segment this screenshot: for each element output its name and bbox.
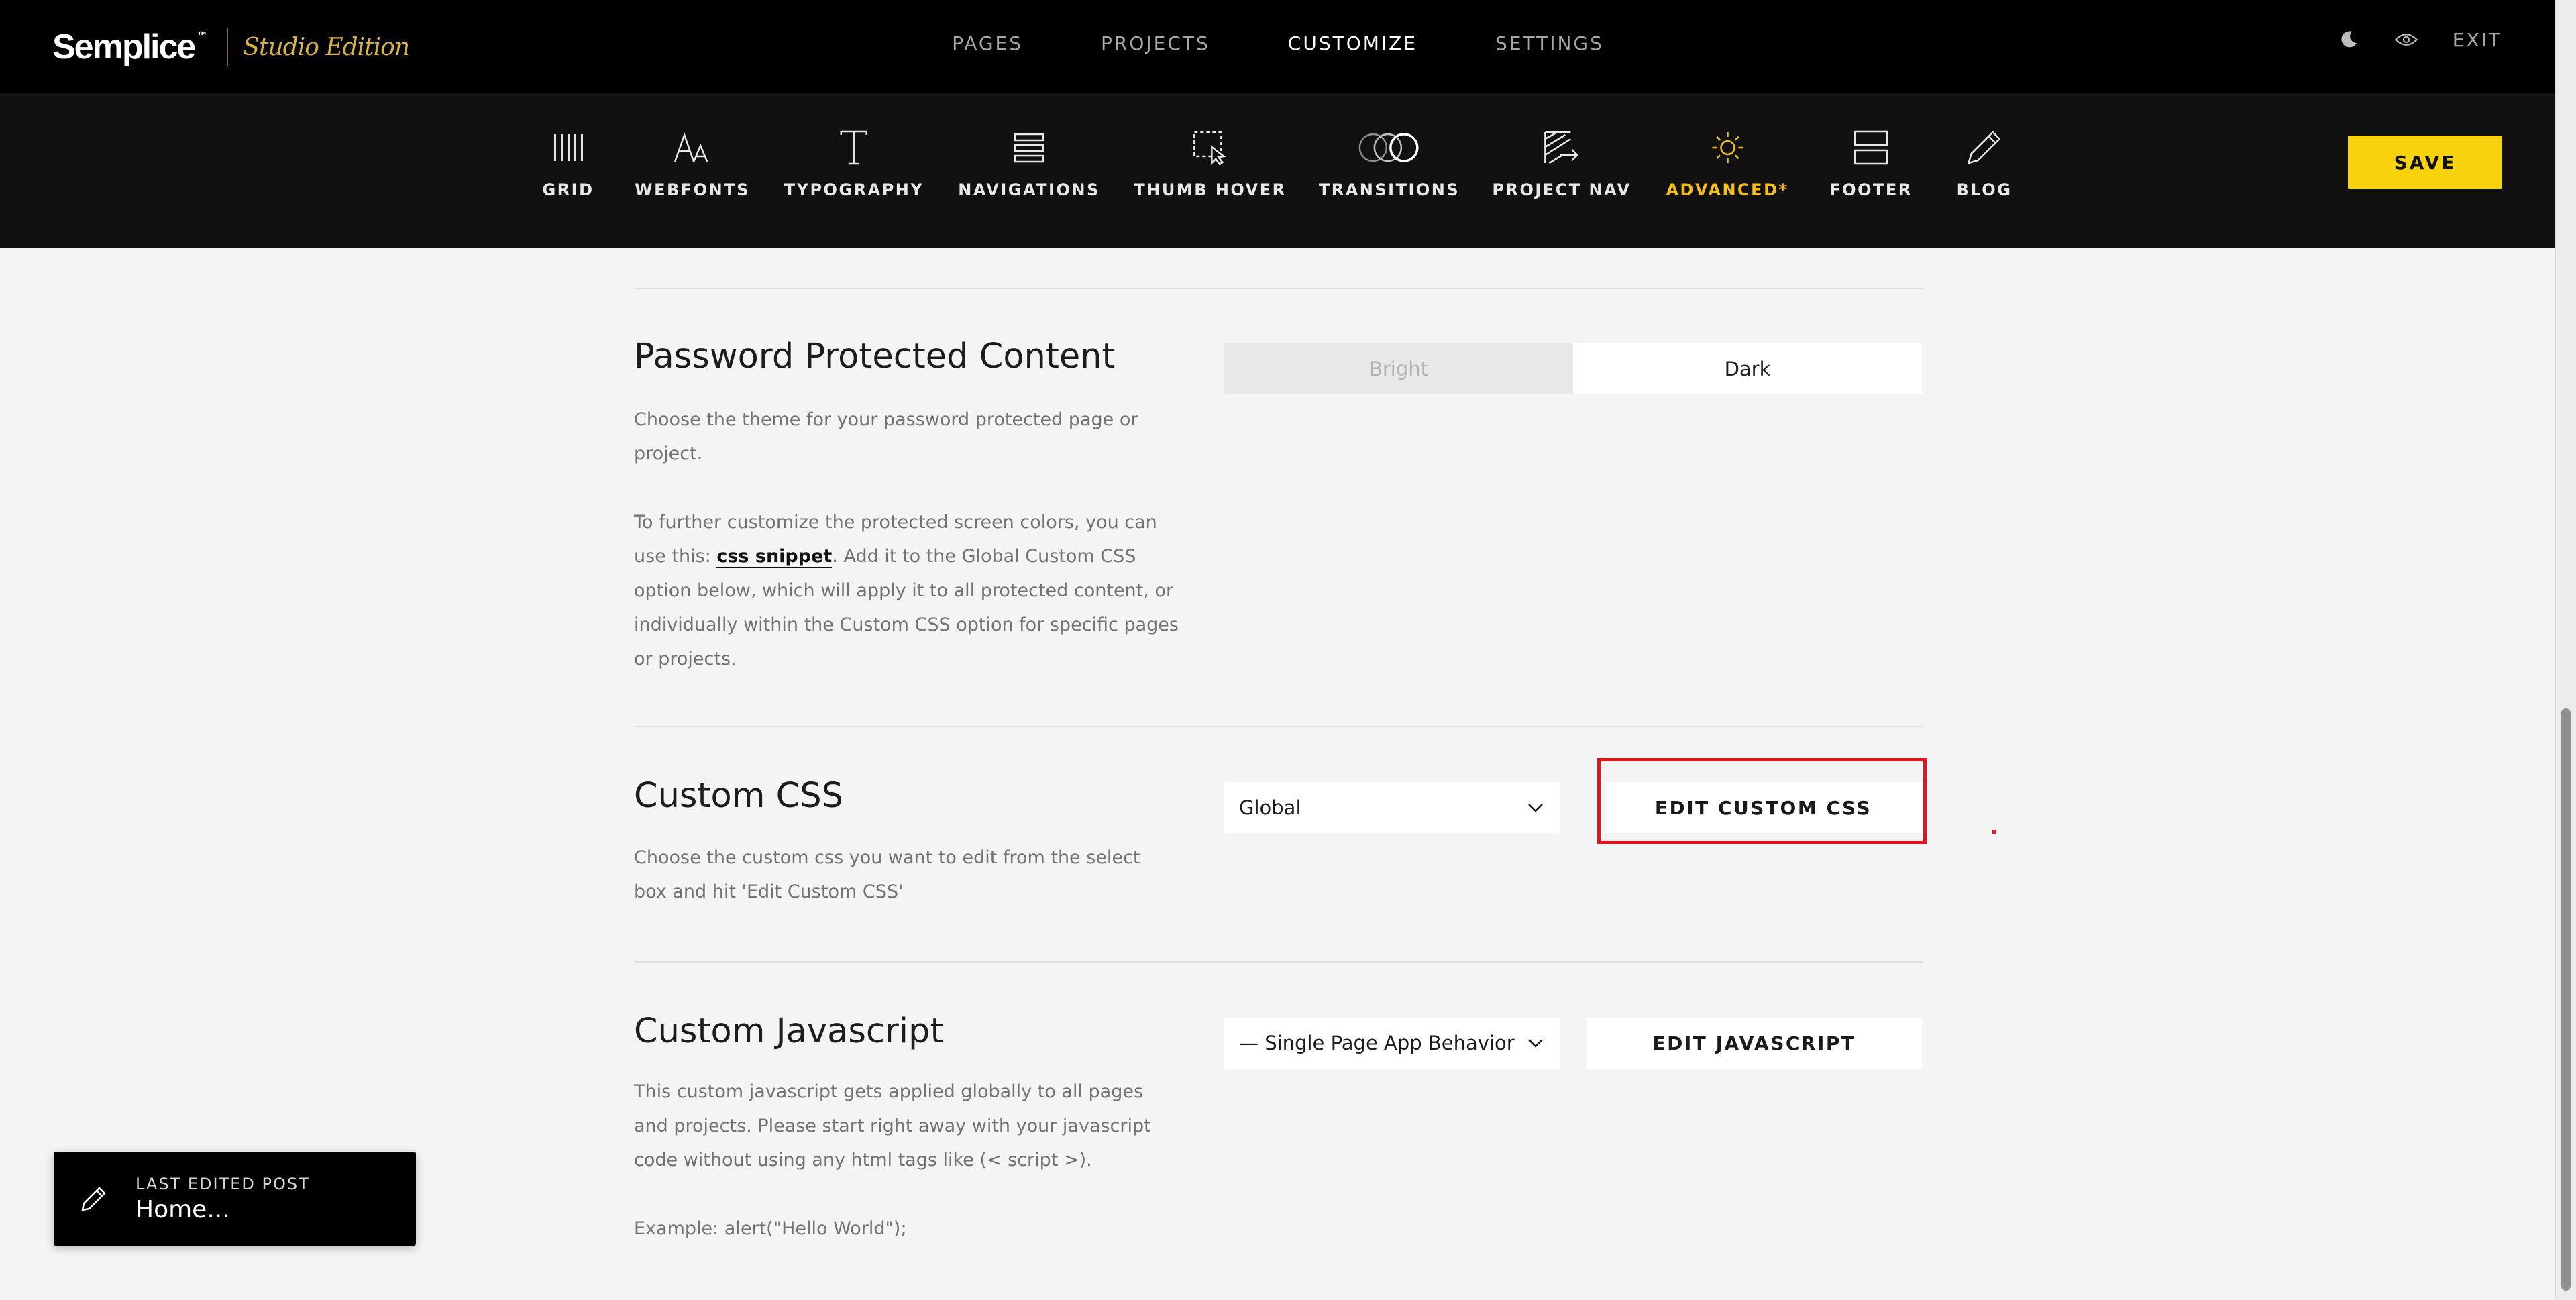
- css-snippet-link[interactable]: css snippet: [716, 546, 833, 568]
- grid-icon: [552, 125, 584, 170]
- password-desc-1: Choose the theme for your password prote…: [634, 409, 1138, 464]
- tool-navigations[interactable]: NAVIGATIONS: [958, 93, 1100, 248]
- custom-css-description: Choose the custom css you want to edit f…: [634, 847, 1140, 902]
- scrollbar-thumb[interactable]: [2561, 708, 2571, 1291]
- top-bar: Semplice ™ Studio Edition PAGES PROJECTS…: [0, 0, 2556, 93]
- tool-label: WEBFONTS: [635, 180, 750, 199]
- transitions-icon: [1356, 125, 1423, 170]
- tool-blog[interactable]: BLOG: [1957, 93, 2012, 248]
- eye-icon[interactable]: [2394, 28, 2418, 51]
- tool-typography[interactable]: TYPOGRAPHY: [784, 93, 924, 248]
- last-edited-label: LAST EDITED POST: [136, 1174, 310, 1193]
- main-nav: PAGES PROJECTS CUSTOMIZE SETTINGS: [0, 32, 2556, 54]
- moon-icon[interactable]: [2337, 28, 2360, 51]
- cursor-marker: [1992, 830, 1996, 834]
- scrollbar-track[interactable]: [2555, 0, 2576, 1300]
- webfonts-icon: [672, 125, 712, 170]
- footer-icon: [1853, 125, 1889, 170]
- tool-label: FOOTER: [1829, 180, 1913, 199]
- custom-js-desc-1: This custom javascript gets applied glob…: [634, 1081, 1151, 1171]
- edit-javascript-button[interactable]: EDIT JAVASCRIPT: [1587, 1018, 1922, 1069]
- custom-js-desc-2: Example: alert("Hello World");: [634, 1218, 907, 1239]
- theme-option-dark[interactable]: Dark: [1573, 343, 1922, 394]
- last-edited-text: LAST EDITED POST Home...: [136, 1175, 310, 1224]
- custom-css-select-value: Global: [1239, 796, 1301, 819]
- section-divider: [634, 726, 1923, 727]
- tool-grid[interactable]: GRID: [542, 93, 594, 248]
- tool-label: BLOG: [1956, 180, 2012, 199]
- nav-settings[interactable]: SETTINGS: [1495, 32, 1604, 54]
- navigations-icon: [1013, 125, 1045, 170]
- tool-label: PROJECT NAV: [1492, 180, 1631, 199]
- tool-label: GRID: [542, 180, 594, 199]
- tool-transitions[interactable]: TRANSITIONS: [1319, 93, 1460, 248]
- tool-label: NAVIGATIONS: [958, 180, 1100, 199]
- tool-advanced[interactable]: ADVANCED*: [1666, 93, 1788, 248]
- tool-label: TYPOGRAPHY: [784, 180, 924, 199]
- nav-customize[interactable]: CUSTOMIZE: [1288, 32, 1417, 54]
- password-theme-toggle: Bright Dark: [1224, 343, 1922, 394]
- tool-footer[interactable]: FOOTER: [1829, 93, 1912, 248]
- tool-label: TRANSITIONS: [1318, 180, 1460, 199]
- tool-webfonts[interactable]: WEBFONTS: [635, 93, 750, 248]
- custom-js-description: This custom javascript gets applied glob…: [634, 1075, 1171, 1246]
- last-edited-value: Home...: [136, 1195, 230, 1224]
- custom-css-title: Custom CSS: [634, 776, 843, 816]
- save-button[interactable]: SAVE: [2348, 136, 2502, 189]
- password-section-title: Password Protected Content: [634, 337, 1116, 376]
- highlight-box: [1597, 758, 1927, 844]
- section-divider: [634, 961, 1923, 963]
- tool-label: ADVANCED*: [1666, 180, 1789, 199]
- tool-thumb-hover[interactable]: THUMB HOVER: [1134, 93, 1286, 248]
- custom-js-title: Custom Javascript: [634, 1012, 944, 1051]
- customize-toolbar: GRID WEBFONTS TYPOGRAPHY NAVIGATIONS THU…: [0, 93, 2556, 248]
- project-nav-icon: [1542, 125, 1581, 170]
- top-right-controls: EXIT: [2337, 28, 2502, 51]
- password-description: Choose the theme for your password prote…: [634, 402, 1184, 676]
- chevron-down-icon: [1526, 1034, 1545, 1057]
- chevron-down-icon: [1526, 798, 1545, 822]
- custom-css-select[interactable]: Global: [1224, 782, 1560, 833]
- exit-link[interactable]: EXIT: [2453, 29, 2502, 51]
- custom-js-select-value: — Single Page App Behavior: [1239, 1032, 1515, 1054]
- nav-projects[interactable]: PROJECTS: [1101, 32, 1210, 54]
- pencil-icon: [79, 1184, 109, 1213]
- nav-pages[interactable]: PAGES: [952, 32, 1023, 54]
- theme-option-bright[interactable]: Bright: [1224, 343, 1573, 394]
- tool-project-nav[interactable]: PROJECT NAV: [1492, 93, 1631, 248]
- last-edited-post-card[interactable]: LAST EDITED POST Home...: [54, 1152, 416, 1246]
- password-desc-2: To further customize the protected scree…: [634, 505, 1184, 676]
- thumb-hover-icon: [1191, 125, 1229, 170]
- sun-icon: [1709, 125, 1746, 170]
- section-divider: [634, 288, 1923, 289]
- custom-js-select[interactable]: — Single Page App Behavior: [1224, 1018, 1560, 1069]
- pencil-icon: [1966, 125, 2002, 170]
- tool-label: THUMB HOVER: [1134, 180, 1287, 199]
- typography-icon: [839, 125, 869, 170]
